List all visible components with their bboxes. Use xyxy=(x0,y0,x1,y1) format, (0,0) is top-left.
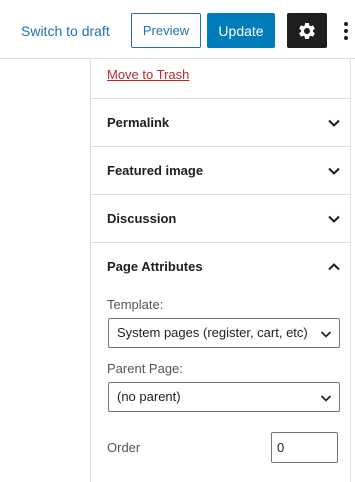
trash-row: Move to Trash xyxy=(91,59,351,99)
update-button[interactable]: Update xyxy=(207,13,275,48)
parent-page-select-value: (no parent) xyxy=(117,389,181,404)
kebab-menu-icon xyxy=(344,21,348,40)
more-options-button[interactable] xyxy=(337,13,355,48)
panel-discussion[interactable]: Discussion xyxy=(91,195,351,243)
settings-button[interactable] xyxy=(287,13,327,48)
chevron-down-icon xyxy=(328,215,340,223)
preview-button[interactable]: Preview xyxy=(131,13,201,48)
chevron-up-icon xyxy=(328,263,340,271)
panel-title-permalink: Permalink xyxy=(107,115,170,130)
settings-sidebar: Move to Trash Permalink Featured image D… xyxy=(90,59,355,482)
chevron-down-icon xyxy=(328,167,340,175)
template-select[interactable]: System pages (register, cart, etc) xyxy=(108,318,340,348)
template-label: Template: xyxy=(107,297,164,312)
panel-title-page-attributes: Page Attributes xyxy=(107,259,203,274)
order-label: Order xyxy=(107,440,141,455)
chevron-down-icon xyxy=(328,119,340,127)
panel-permalink[interactable]: Permalink xyxy=(91,99,351,147)
panel-featured-image[interactable]: Featured image xyxy=(91,147,351,195)
order-input[interactable]: 0 xyxy=(271,432,338,463)
panel-title-featured-image: Featured image xyxy=(107,163,204,178)
switch-to-draft-button[interactable]: Switch to draft xyxy=(21,22,110,40)
parent-page-select[interactable]: (no parent) xyxy=(108,382,340,412)
template-select-value: System pages (register, cart, etc) xyxy=(117,325,308,340)
panel-page-attributes[interactable]: Page Attributes xyxy=(91,243,351,291)
sidebar-edge-divider xyxy=(350,59,351,482)
editor-header: Switch to draft Preview Update xyxy=(0,0,355,59)
panel-title-discussion: Discussion xyxy=(107,211,177,226)
parent-page-label: Parent Page: xyxy=(107,361,183,376)
move-to-trash-link[interactable]: Move to Trash xyxy=(107,67,189,83)
chevron-down-icon xyxy=(320,395,332,402)
chevron-down-icon xyxy=(320,331,332,338)
gear-icon xyxy=(299,22,315,39)
order-input-value: 0 xyxy=(277,440,285,455)
